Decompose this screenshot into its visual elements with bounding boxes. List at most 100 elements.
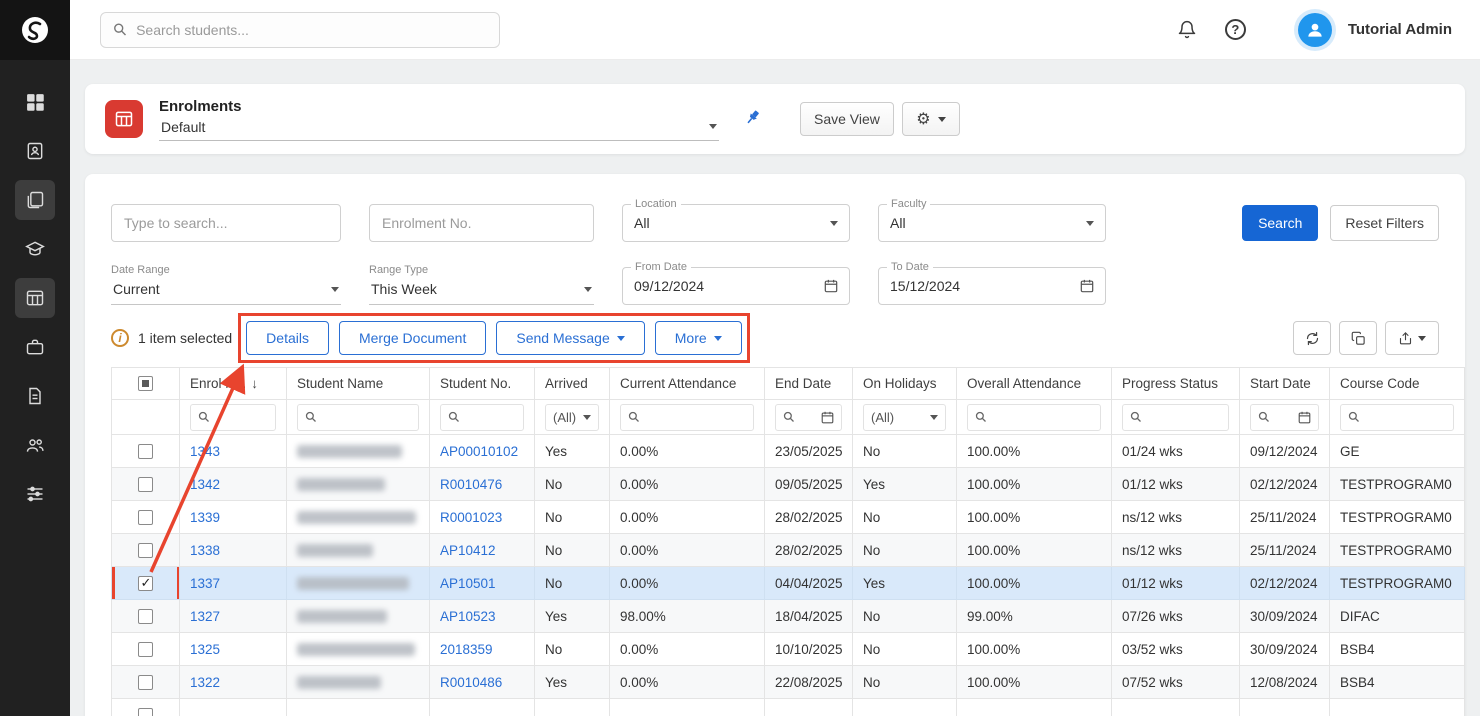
row-checkbox[interactable]	[138, 675, 153, 690]
search-input[interactable]	[136, 22, 487, 38]
location-dropdown[interactable]: Location All	[622, 204, 850, 242]
student-no-link[interactable]: AP10523	[440, 609, 496, 624]
filter-arrived[interactable]: (All)	[545, 404, 599, 431]
from-date-input[interactable]: From Date 09/12/2024	[622, 267, 850, 305]
enrol-no-link[interactable]: 1322	[190, 675, 220, 690]
faculty-dropdown[interactable]: Faculty All	[878, 204, 1106, 242]
filter-enrol-no[interactable]	[190, 404, 276, 431]
column-header-progress-status[interactable]: Progress Status	[1112, 368, 1240, 400]
table-row[interactable]: 1343 AP00010102 Yes 0.00% 23/05/2025 No …	[112, 435, 1465, 468]
table-row[interactable]: 1325 2018359 No 0.00% 10/10/2025 No 100.…	[112, 633, 1465, 666]
sidebar-item-users[interactable]	[15, 425, 55, 465]
filter-end-date[interactable]	[775, 404, 842, 431]
help-button[interactable]: ?	[1225, 19, 1246, 40]
student-no-link[interactable]: AP10412	[440, 543, 496, 558]
sidebar-item-courses[interactable]	[15, 229, 55, 269]
calendar-icon[interactable]	[821, 411, 834, 424]
column-header-overall-attendance[interactable]: Overall Attendance	[957, 368, 1112, 400]
more-button[interactable]: More	[655, 321, 742, 355]
student-no-link[interactable]: AP00010102	[440, 444, 518, 459]
select-all-checkbox[interactable]	[138, 376, 153, 391]
notifications-button[interactable]	[1177, 20, 1197, 40]
sidebar-item-contacts[interactable]	[15, 131, 55, 171]
export-button[interactable]	[1385, 321, 1439, 355]
row-checkbox[interactable]	[138, 576, 153, 591]
send-message-button[interactable]: Send Message	[496, 321, 644, 355]
table-row[interactable]: 1339 R0001023 No 0.00% 28/02/2025 No 100…	[112, 501, 1465, 534]
enrolment-no-filter-input[interactable]	[369, 204, 594, 242]
row-checkbox[interactable]	[138, 444, 153, 459]
enrol-no-link[interactable]: 1343	[190, 444, 220, 459]
row-checkbox[interactable]	[138, 708, 153, 716]
refresh-button[interactable]	[1293, 321, 1331, 355]
column-header-arrived[interactable]: Arrived	[535, 368, 610, 400]
enrol-no-link[interactable]: 1342	[190, 477, 220, 492]
student-no-link[interactable]: 2018359	[440, 642, 493, 657]
row-checkbox[interactable]	[138, 642, 153, 657]
column-header-select[interactable]	[112, 368, 180, 400]
filter-current-attendance[interactable]	[620, 404, 754, 431]
filter-student-name[interactable]	[297, 404, 419, 431]
user-name[interactable]: Tutorial Admin	[1348, 21, 1452, 38]
column-header-course-code[interactable]: Course Code	[1330, 368, 1465, 400]
student-no-link[interactable]: R0010476	[440, 477, 502, 492]
details-button[interactable]: Details	[246, 321, 329, 355]
calendar-icon[interactable]	[1080, 279, 1094, 293]
table-row[interactable]: 1338 AP10412 No 0.00% 28/02/2025 No 100.…	[112, 534, 1465, 567]
calendar-icon[interactable]	[824, 279, 838, 293]
column-header-student-name[interactable]: Student Name	[287, 368, 430, 400]
sidebar-item-services[interactable]	[15, 327, 55, 367]
filter-overall-attendance[interactable]	[967, 404, 1101, 431]
filter-student-no[interactable]	[440, 404, 524, 431]
copy-grid-button[interactable]	[1339, 321, 1377, 355]
enrol-no-link[interactable]: 1337	[190, 576, 220, 591]
row-checkbox[interactable]	[138, 609, 153, 624]
save-view-button[interactable]: Save View	[800, 102, 894, 136]
view-selector[interactable]: Default	[159, 118, 719, 141]
filter-course-code[interactable]	[1340, 404, 1454, 431]
merge-document-button[interactable]: Merge Document	[339, 321, 486, 355]
student-no-link[interactable]: R0010486	[440, 675, 502, 690]
range-type-dropdown[interactable]: Range Type This Week	[369, 264, 594, 305]
calendar-icon[interactable]	[1298, 411, 1311, 424]
sidebar-item-enrolments[interactable]	[15, 278, 55, 318]
table-row[interactable]: 1327 AP10523 Yes 98.00% 18/04/2025 No 99…	[112, 600, 1465, 633]
column-header-end-date[interactable]: End Date	[765, 368, 853, 400]
row-checkbox[interactable]	[138, 477, 153, 492]
table-row[interactable]: 1322 R0010486 Yes 0.00% 22/08/2025 No 10…	[112, 666, 1465, 699]
view-settings-button[interactable]: ⚙	[902, 102, 960, 136]
column-header-start-date[interactable]: Start Date	[1240, 368, 1330, 400]
search-button[interactable]: Search	[1242, 205, 1318, 241]
row-checkbox[interactable]	[138, 510, 153, 525]
table-row[interactable]	[112, 699, 1465, 716]
column-header-on-holidays[interactable]: On Holidays	[853, 368, 957, 400]
enrol-no-link[interactable]: 1339	[190, 510, 220, 525]
column-header-current-attendance[interactable]: Current Attendance	[610, 368, 765, 400]
column-header-student-no[interactable]: Student No.	[430, 368, 535, 400]
user-avatar[interactable]	[1298, 13, 1332, 47]
column-header-enrol-no[interactable]: Enrol No.↓	[180, 368, 287, 400]
sidebar-item-dashboard[interactable]	[15, 82, 55, 122]
filter-progress-status[interactable]	[1122, 404, 1229, 431]
table-row[interactable]: 1342 R0010476 No 0.00% 09/05/2025 Yes 10…	[112, 468, 1465, 501]
enrol-no-link[interactable]: 1327	[190, 609, 220, 624]
row-checkbox[interactable]	[138, 543, 153, 558]
reset-filters-button[interactable]: Reset Filters	[1330, 205, 1439, 241]
student-no-link[interactable]: AP10501	[440, 576, 496, 591]
filter-start-date[interactable]	[1250, 404, 1319, 431]
enrol-no-link[interactable]: 1325	[190, 642, 220, 657]
app-logo[interactable]	[0, 0, 70, 60]
grid-tools	[1293, 321, 1439, 355]
enrol-no-link[interactable]: 1338	[190, 543, 220, 558]
global-search[interactable]	[100, 12, 500, 48]
filter-on-holidays[interactable]: (All)	[863, 404, 946, 431]
keyword-filter-input[interactable]	[111, 204, 341, 242]
pin-view-button[interactable]	[743, 108, 762, 130]
sidebar-item-documents[interactable]	[15, 180, 55, 220]
sidebar-item-settings[interactable]	[15, 474, 55, 514]
date-range-dropdown[interactable]: Date Range Current	[111, 264, 341, 305]
to-date-input[interactable]: To Date 15/12/2024	[878, 267, 1106, 305]
table-row[interactable]: 1337 AP10501 No 0.00% 04/04/2025 Yes 100…	[112, 567, 1465, 600]
sidebar-item-invoices[interactable]	[15, 376, 55, 416]
student-no-link[interactable]: R0001023	[440, 510, 502, 525]
